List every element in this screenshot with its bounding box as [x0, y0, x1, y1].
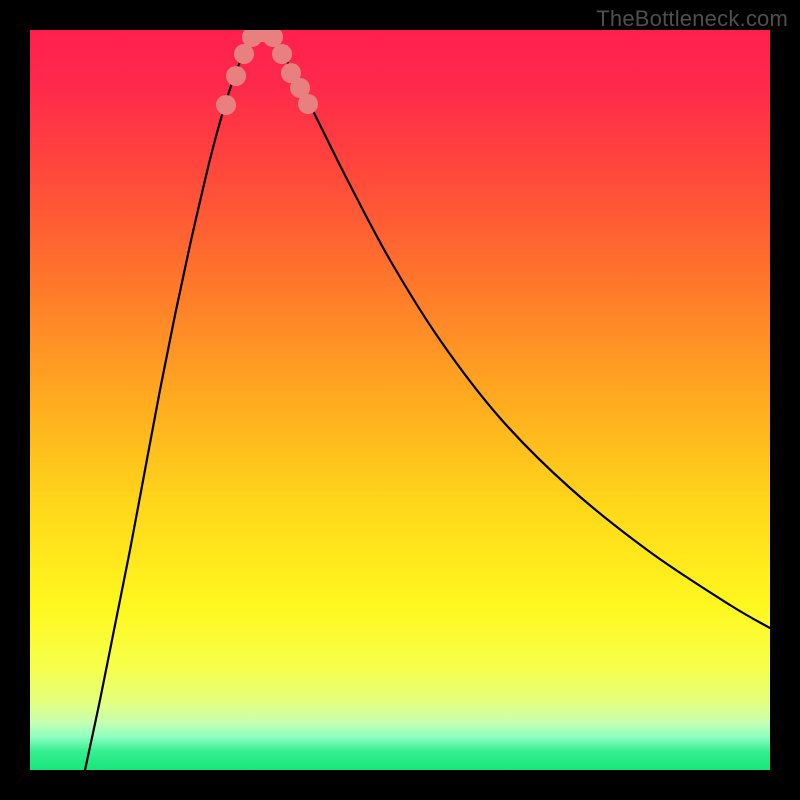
- marker-dot: [234, 44, 254, 64]
- chart-svg: [30, 30, 770, 770]
- marker-dot: [298, 94, 318, 114]
- gradient-background: [30, 30, 770, 770]
- watermark-text: TheBottleneck.com: [596, 6, 788, 32]
- marker-dot: [272, 44, 292, 64]
- chart-plot-area: [30, 30, 770, 770]
- marker-dot: [216, 95, 236, 115]
- outer-frame: TheBottleneck.com: [0, 0, 800, 800]
- marker-dot: [226, 66, 246, 86]
